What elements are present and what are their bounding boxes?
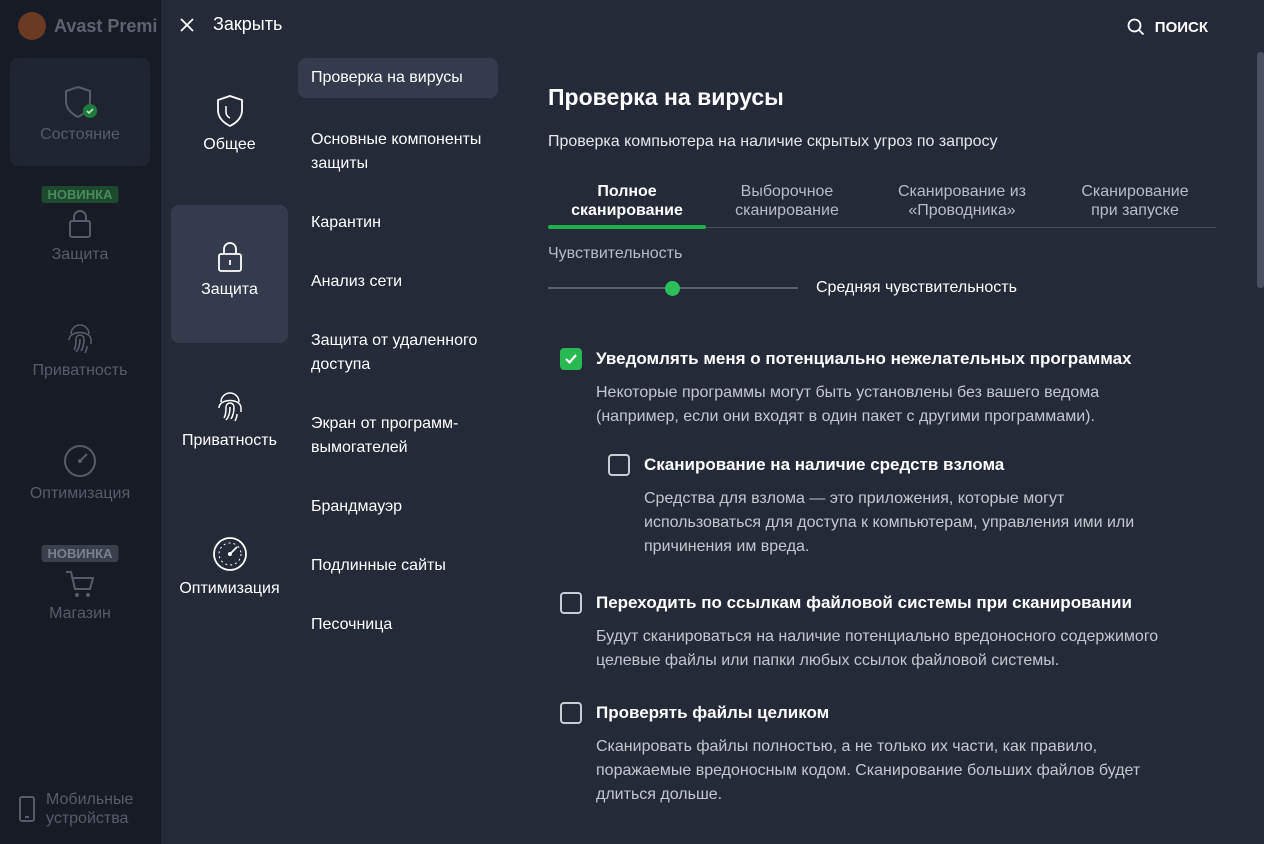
fingerprint-icon: [68, 324, 92, 354]
shield-check-icon: [65, 85, 97, 119]
subnav-firewall[interactable]: Брандмауэр: [298, 495, 498, 519]
option-description: Некоторые программы могут быть установле…: [596, 384, 1100, 425]
scan-whole-files-checkbox[interactable]: [560, 702, 582, 724]
app-sidebar-item-status[interactable]: Состояние: [10, 58, 150, 166]
lock-icon: [217, 242, 242, 272]
option-title: Проверять файлы целиком: [596, 703, 830, 722]
fingerprint-icon: [217, 392, 242, 422]
tab-explorer-scan[interactable]: Сканирование из «Проводника»: [881, 182, 1043, 220]
subnav-virus-scan[interactable]: Проверка на вирусы: [298, 58, 498, 98]
option-description: Средства для взлома — это приложения, ко…: [644, 490, 1135, 555]
category-general[interactable]: Общее: [171, 94, 288, 174]
search-button[interactable]: ПОИСК: [1127, 18, 1208, 36]
subnav-sandbox[interactable]: Песочница: [298, 613, 498, 637]
category-privacy[interactable]: Приватность: [171, 390, 288, 460]
shield-icon: [216, 95, 243, 128]
checkmark-icon: [565, 354, 577, 365]
tab-targeted-scan[interactable]: Выборочное сканирование: [713, 182, 861, 220]
pup-notify-checkbox[interactable]: [560, 348, 582, 370]
mobile-device-icon: [19, 796, 35, 822]
lock-icon: [69, 210, 91, 238]
app-sidebar-item-protection[interactable]: НОВИНКА Защита: [10, 186, 150, 276]
close-icon: [180, 17, 194, 32]
app-sidebar-item-privacy[interactable]: Приватность: [10, 322, 150, 392]
avast-logo-icon: [18, 12, 46, 40]
tab-boot-time-scan[interactable]: Сканирование при запуске: [1065, 182, 1205, 220]
search-icon: [1127, 18, 1144, 36]
app-sidebar-item-mobile[interactable]: Мобильные устройства: [18, 790, 133, 828]
new-badge: НОВИНКА: [41, 186, 119, 203]
tab-full-scan[interactable]: Полное сканирование: [548, 182, 706, 220]
speedometer-icon: [64, 445, 96, 477]
option-title: Сканирование на наличие средств взлома: [644, 455, 1005, 474]
follow-links-checkbox[interactable]: [560, 592, 582, 614]
app-title: Avast Premi: [18, 12, 157, 40]
app-sidebar-item-optimization[interactable]: Оптимизация: [10, 443, 150, 513]
option-description: Будут сканироваться на наличие потенциал…: [596, 628, 1159, 669]
scan-tabs: Полное сканирование Выборочное сканировани…: [548, 182, 1216, 229]
option-title: Уведомлять меня о потенциально нежелател…: [596, 349, 1132, 368]
option-description: Сканировать файлы полностью, а не только…: [596, 738, 1141, 803]
subnav-network-inspector[interactable]: Анализ сети: [298, 270, 498, 294]
sensitivity-value: Средняя чувствительность: [816, 279, 1017, 296]
sensitivity-slider-handle[interactable]: [665, 281, 680, 296]
close-button[interactable]: Закрыть: [179, 14, 282, 35]
option-title: Переходить по ссылкам файловой системы п…: [596, 593, 1132, 612]
category-protection[interactable]: Защита: [171, 205, 288, 343]
subnav-real-site[interactable]: Подлинные сайты: [298, 554, 498, 578]
page-title: Проверка на вирусы: [548, 84, 784, 110]
sensitivity-label: Чувствительность: [548, 245, 683, 262]
category-optimization[interactable]: Оптимизация: [171, 536, 288, 606]
app-sidebar: Avast Premi Состояние НОВИНКА Защита При…: [0, 0, 161, 844]
new-badge: НОВИНКА: [41, 545, 119, 562]
speedometer-icon: [212, 537, 247, 571]
scrollbar-thumb[interactable]: [1257, 52, 1264, 288]
subnav-remote-access-shield[interactable]: Защита от удаленного доступа: [298, 329, 498, 377]
subnav-core-shields[interactable]: Основные компоненты защиты: [298, 128, 498, 176]
subnav-quarantine[interactable]: Карантин: [298, 211, 498, 235]
hacking-tools-checkbox[interactable]: [608, 454, 630, 476]
app-sidebar-item-store[interactable]: НОВИНКА Магазин: [10, 545, 150, 635]
settings-panel: Закрыть ПОИСК Общее Защита Приватность О…: [161, 0, 1264, 844]
active-tab-indicator: [548, 225, 706, 229]
page-description: Проверка компьютера на наличие скрытых у…: [548, 133, 998, 150]
cart-icon: [66, 571, 95, 597]
subnav-ransomware-shield[interactable]: Экран от программ-вымогателей: [298, 412, 498, 460]
